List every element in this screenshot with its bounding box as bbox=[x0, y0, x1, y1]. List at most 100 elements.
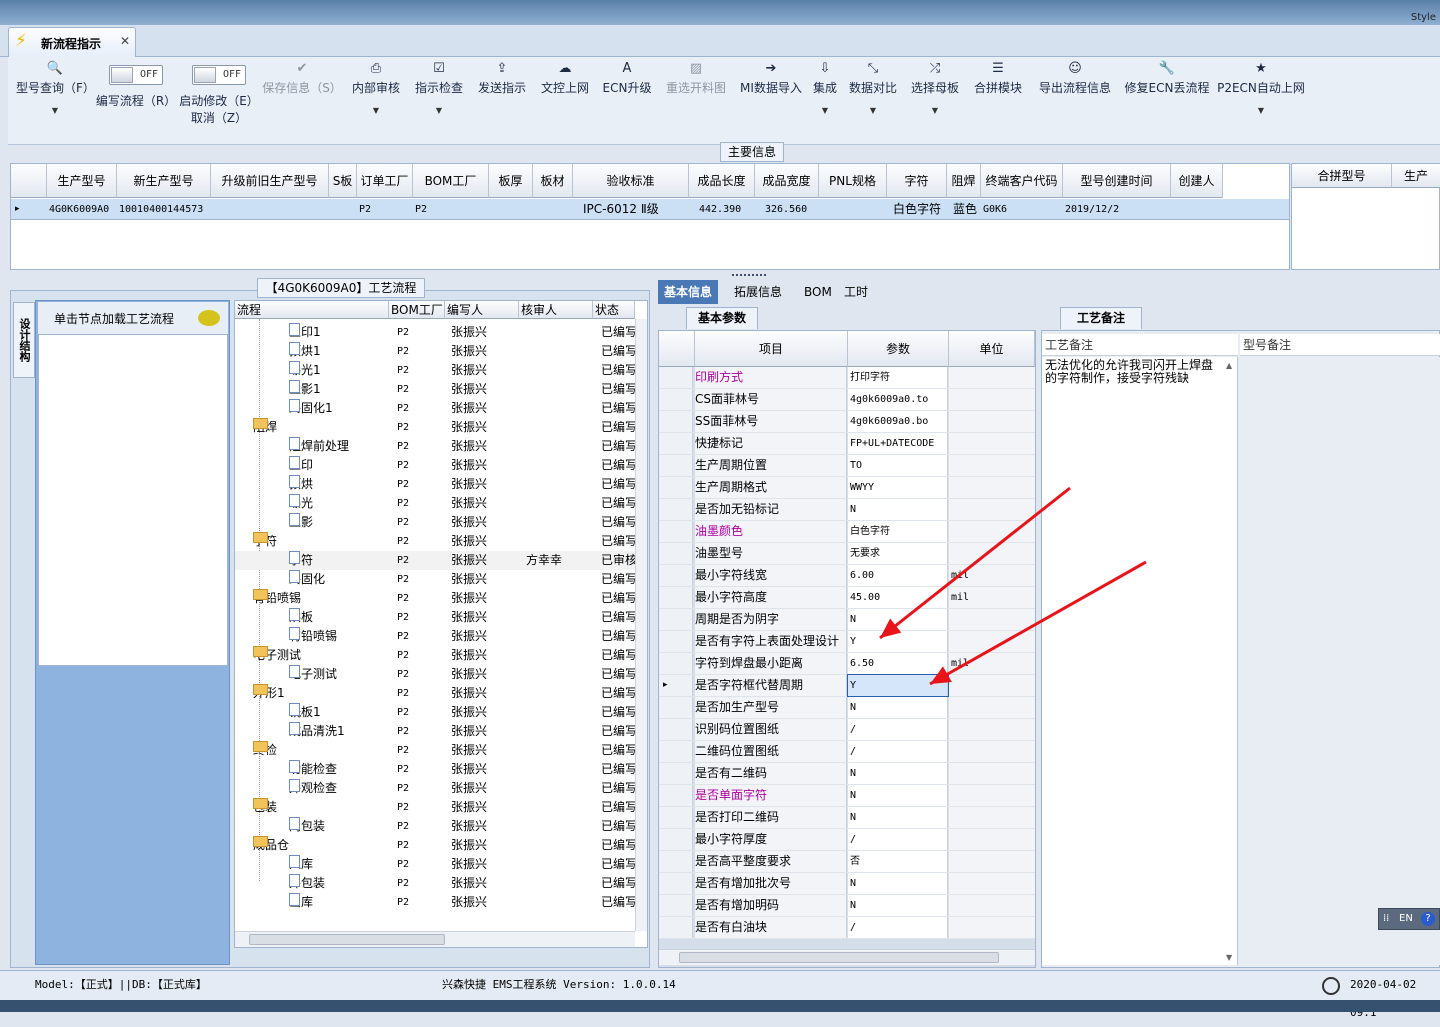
row-selector[interactable] bbox=[659, 653, 693, 674]
tree-leaf-node[interactable]: 丝印 P2 张振兴 已编写 bbox=[235, 456, 635, 475]
horizontal-scrollbar[interactable] bbox=[659, 949, 1035, 965]
row-selector[interactable] bbox=[659, 455, 693, 476]
toolbar-button-17[interactable]: ★ P2ECN自动上网 ▼ bbox=[1214, 57, 1308, 143]
column-header[interactable]: 状态 bbox=[593, 301, 635, 319]
column-header[interactable]: 板厚 bbox=[489, 164, 533, 198]
tab-detail-3[interactable]: 工时 bbox=[838, 280, 874, 304]
param-row[interactable]: 油墨型号 无要求 bbox=[659, 543, 1035, 565]
param-row[interactable]: 字符到焊盘最小距离 6.50 mil bbox=[659, 653, 1035, 675]
tree-leaf-node[interactable]: 成品清洗1 P2 张振兴 已编写 bbox=[235, 722, 635, 741]
param-row[interactable]: 生产周期格式 WWYY bbox=[659, 477, 1035, 499]
chevron-down-icon[interactable]: ▼ bbox=[904, 106, 966, 115]
row-selector[interactable] bbox=[659, 829, 693, 850]
horizontal-scrollbar[interactable] bbox=[235, 931, 635, 947]
row-selector[interactable] bbox=[659, 763, 693, 784]
toolbar-button-9[interactable]: ▨ 重选开料图 bbox=[658, 57, 734, 143]
param-row[interactable]: SS面菲林号 4g0k6009a0.bo bbox=[659, 411, 1035, 433]
param-row[interactable]: 二维码位置图纸 / bbox=[659, 741, 1035, 763]
tree-leaf-node[interactable]: 内包装 P2 张振兴 已编写 bbox=[235, 817, 635, 836]
param-value[interactable]: / bbox=[848, 829, 948, 850]
column-header[interactable]: 验收标准 bbox=[573, 164, 689, 198]
toolbar-button-6[interactable]: ⇪ 发送指示 bbox=[470, 57, 534, 143]
tree-leaf-node[interactable]: 功能检查 P2 张振兴 已编写 bbox=[235, 760, 635, 779]
row-selector[interactable] bbox=[659, 609, 693, 630]
toolbar-button-7[interactable]: ☁ 文控上网 bbox=[534, 57, 596, 143]
param-value[interactable]: N bbox=[848, 697, 948, 718]
column-header[interactable]: 升级前旧生产型号 bbox=[211, 164, 329, 198]
param-row[interactable]: 周期是否为阴字 N bbox=[659, 609, 1035, 631]
tree-leaf-node[interactable]: 预烘1 P2 张振兴 已编写 bbox=[235, 342, 635, 361]
close-icon[interactable]: ✕ bbox=[120, 34, 130, 48]
process-notes-body[interactable]: 无法优化的允许我司闪开上焊盘的字符制作，接受字符残缺 ▲ ▼ bbox=[1042, 357, 1238, 965]
node-list[interactable] bbox=[38, 334, 228, 666]
row-selector[interactable] bbox=[659, 587, 693, 608]
param-value[interactable]: N bbox=[848, 763, 948, 784]
row-selector[interactable] bbox=[659, 873, 693, 894]
column-header[interactable]: S板 bbox=[329, 164, 357, 198]
param-value[interactable]: 4g0k6009a0.bo bbox=[848, 411, 948, 432]
param-value[interactable]: FP+UL+DATECODE bbox=[848, 433, 948, 454]
tree-leaf-node[interactable]: 预烘 P2 张振兴 已编写 bbox=[235, 475, 635, 494]
row-selector[interactable] bbox=[659, 697, 693, 718]
chevron-down-icon[interactable]: ▼ bbox=[808, 106, 842, 115]
tree-leaf-node[interactable]: 终固化 P2 张振兴 已编写 bbox=[235, 570, 635, 589]
chevron-down-icon[interactable]: ▼ bbox=[408, 106, 470, 115]
param-row[interactable]: 快捷标记 FP+UL+DATECODE bbox=[659, 433, 1035, 455]
param-row[interactable]: CS面菲林号 4g0k6009a0.to bbox=[659, 389, 1035, 411]
param-value[interactable]: 6.00 bbox=[848, 565, 948, 586]
param-row[interactable]: 最小字符高度 45.00 mil bbox=[659, 587, 1035, 609]
column-header[interactable]: 生产 bbox=[1392, 164, 1440, 188]
column-header[interactable]: 成品宽度 bbox=[755, 164, 819, 198]
param-row[interactable]: 是否打印二维码 N bbox=[659, 807, 1035, 829]
param-value[interactable]: WWYY bbox=[848, 477, 948, 498]
param-value[interactable]: TO bbox=[848, 455, 948, 476]
scroll-up-icon[interactable]: ▲ bbox=[1226, 361, 1232, 370]
toolbar-button-14[interactable]: ☰ 合拼模块 bbox=[966, 57, 1030, 143]
column-header[interactable]: 型号创建时间 bbox=[1063, 164, 1171, 198]
toggle-switch[interactable]: OFF bbox=[109, 65, 163, 85]
column-header[interactable]: 新生产型号 bbox=[117, 164, 211, 198]
table-row[interactable]: ▸ 4G0K6009A0 10010400144573 P2 P2 IPC-6012 Ⅱ级… bbox=[11, 199, 1289, 220]
design-structure-tab[interactable]: 设计结构 bbox=[13, 302, 35, 378]
tab-new-flow[interactable]: ⚡ 新流程指示 ✕ bbox=[8, 27, 136, 57]
tree-leaf-node[interactable]: 丝印1 P2 张振兴 已编写 bbox=[235, 323, 635, 342]
row-selector[interactable] bbox=[659, 631, 693, 652]
row-selector[interactable] bbox=[659, 851, 693, 872]
toolbar-button-3[interactable]: ✔ 保存信息（S） bbox=[260, 57, 344, 143]
chevron-down-icon[interactable]: ▼ bbox=[1214, 106, 1308, 115]
param-value[interactable]: 6.50 bbox=[848, 653, 948, 674]
tab-detail-0[interactable]: 基本信息 bbox=[658, 280, 719, 304]
param-value[interactable]: N bbox=[848, 785, 948, 806]
toolbar-button-11[interactable]: ⇩ 集成 ▼ bbox=[808, 57, 842, 143]
tree-folder-node[interactable]: −阻焊 P2 张振兴 已编写 bbox=[235, 418, 635, 437]
row-selector[interactable] bbox=[659, 411, 693, 432]
column-header[interactable]: 编写人 bbox=[445, 301, 519, 319]
toggle-switch[interactable]: OFF bbox=[192, 65, 246, 85]
toolbar-button-15[interactable]: ☺ 导出流程信息 bbox=[1030, 57, 1120, 143]
tree-leaf-node[interactable]: 烘板 P2 张振兴 已编写 bbox=[235, 608, 635, 627]
toolbar-button-5[interactable]: ☑ 指示检查 ▼ bbox=[408, 57, 470, 143]
param-row[interactable]: 是否单面字符 N bbox=[659, 785, 1035, 807]
toolbar-button-10[interactable]: ➔ MI数据导入 bbox=[734, 57, 808, 143]
param-row[interactable]: 是否加无铅标记 N bbox=[659, 499, 1035, 521]
tree-folder-node[interactable]: −电子测试 P2 张振兴 已编写 bbox=[235, 646, 635, 665]
param-value[interactable]: 否 bbox=[848, 851, 948, 872]
scroll-down-icon[interactable]: ▼ bbox=[1226, 953, 1232, 962]
row-selector[interactable] bbox=[659, 807, 693, 828]
tree-leaf-node[interactable]: 显影1 P2 张振兴 已编写 bbox=[235, 380, 635, 399]
toolbar-button-8[interactable]: A ECN升级 bbox=[596, 57, 658, 143]
scroll-thumb[interactable] bbox=[249, 934, 445, 945]
param-row[interactable]: 是否高平整度要求否 bbox=[659, 851, 1035, 873]
chevron-down-icon[interactable]: ▼ bbox=[842, 106, 904, 115]
param-row[interactable]: 识别码位置图纸 / bbox=[659, 719, 1035, 741]
chevron-down-icon[interactable]: ▼ bbox=[16, 106, 94, 115]
column-header[interactable]: 生产型号 bbox=[47, 164, 117, 198]
param-value[interactable]: / bbox=[848, 917, 948, 938]
chevron-down-icon[interactable]: ▼ bbox=[344, 106, 408, 115]
param-row[interactable]: 是否有字符上表面处理设计 Y bbox=[659, 631, 1035, 653]
param-value[interactable]: 4g0k6009a0.to bbox=[848, 389, 948, 410]
row-selector[interactable] bbox=[659, 433, 693, 454]
param-value[interactable]: 白色字符 bbox=[848, 521, 948, 542]
column-header[interactable]: 创建人 bbox=[1171, 164, 1223, 198]
column-header[interactable]: 终端客户代码 bbox=[981, 164, 1063, 198]
